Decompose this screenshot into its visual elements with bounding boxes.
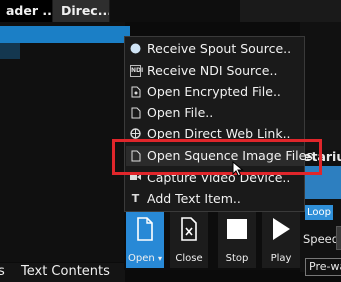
- menu-item-label: Add Text Item..: [147, 191, 241, 206]
- stop-icon: [227, 219, 247, 239]
- menu-item-receive-ndi[interactable]: NDI Receive NDI Source..: [126, 61, 304, 81]
- red-highlight-box: [112, 139, 322, 175]
- ndi-icon: NDI: [130, 65, 143, 77]
- text-icon: T: [131, 192, 140, 205]
- close-file-icon: [181, 217, 197, 241]
- open-button[interactable]: Open ▾: [126, 210, 164, 268]
- speed-label: Speed: [303, 232, 340, 246]
- spout-circle-icon: [130, 43, 141, 55]
- stop-button-label: Stop: [225, 253, 249, 264]
- tab-directory[interactable]: Direc...: [53, 0, 109, 22]
- menu-item-label: Open Encrypted File..: [147, 84, 281, 99]
- selected-row[interactable]: [0, 26, 130, 43]
- play-button[interactable]: Play: [262, 210, 300, 268]
- menu-item-label: Receive Spout Source..: [147, 41, 292, 56]
- selected-row-sub: [0, 43, 20, 59]
- tab-directory-label: Direc...: [61, 3, 109, 18]
- tab-empty[interactable]: [110, 0, 240, 22]
- open-dropdown-menu: Receive Spout Source.. NDI Receive NDI S…: [124, 36, 321, 212]
- mouse-cursor-icon: [232, 161, 244, 177]
- speed-input[interactable]: [336, 226, 341, 250]
- open-button-label: Open ▾: [128, 253, 162, 264]
- bottom-tab-1[interactable]: s: [0, 264, 5, 279]
- close-button-label: Close: [175, 253, 203, 264]
- tab-strip: ader ... Direc...: [0, 0, 341, 22]
- loop-button[interactable]: Loop: [305, 205, 333, 220]
- tab-shader-label: ader ...: [6, 3, 52, 18]
- menu-item-open-file[interactable]: Open File..: [126, 103, 304, 123]
- play-button-label: Play: [270, 253, 292, 264]
- tab-shader[interactable]: ader ...: [0, 0, 52, 22]
- menu-item-add-text[interactable]: T Add Text Item..: [126, 189, 304, 209]
- menu-item-label: Receive NDI Source..: [147, 63, 278, 78]
- bottom-tab-text-contents[interactable]: Text Contents: [21, 264, 110, 279]
- close-button[interactable]: Close: [170, 210, 208, 268]
- play-icon: [273, 218, 290, 240]
- prewarm-select[interactable]: Pre-wa: [305, 258, 341, 276]
- menu-item-label: Open File..: [147, 105, 214, 120]
- menu-item-open-encrypted[interactable]: Open Encrypted File..: [126, 82, 304, 102]
- menu-item-receive-spout[interactable]: Receive Spout Source..: [126, 39, 304, 59]
- encrypted-file-icon: [130, 86, 141, 98]
- file-icon: [137, 217, 153, 241]
- stop-button[interactable]: Stop: [218, 210, 256, 268]
- chevron-down-icon: ▾: [157, 254, 162, 263]
- file-icon: [130, 107, 141, 119]
